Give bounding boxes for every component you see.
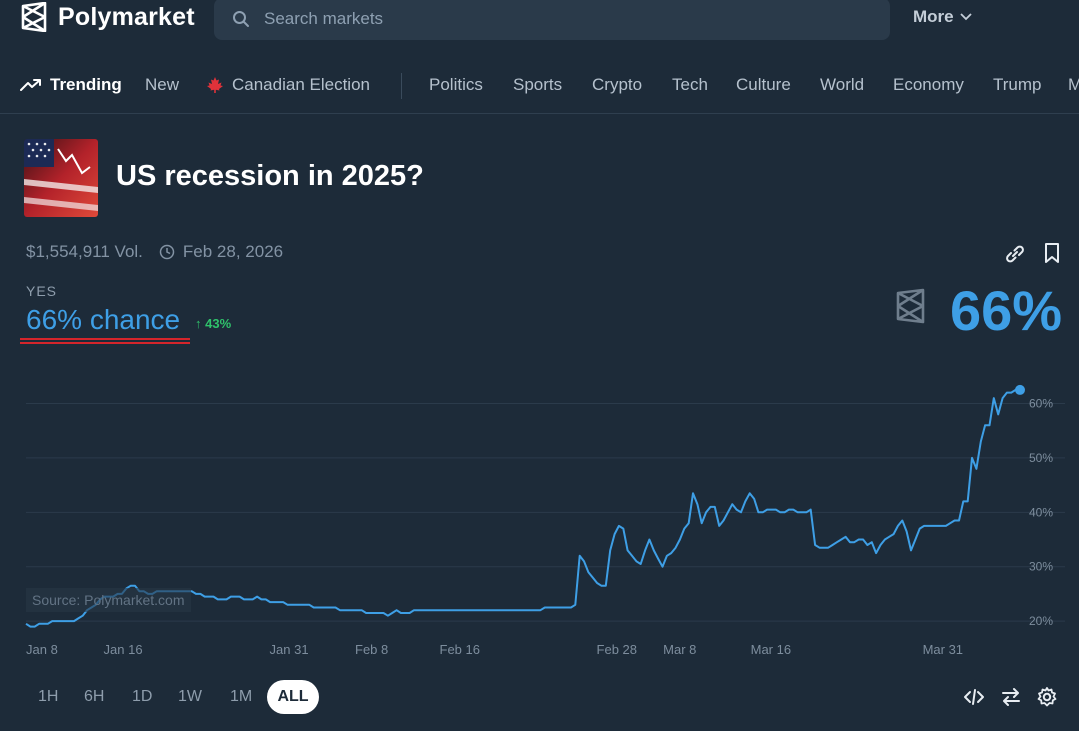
nav-label: Canadian Election (232, 75, 370, 94)
nav-item-new[interactable]: New (145, 75, 179, 95)
category-nav: Trending New Canadian Election Politics … (0, 63, 1079, 108)
nav-divider (401, 73, 402, 99)
swap-icon[interactable] (1000, 686, 1022, 708)
nav-label: Trending (50, 75, 122, 94)
outcome-label: YES (26, 283, 58, 299)
polymarket-logo-icon (21, 2, 47, 32)
clock-icon (159, 244, 175, 260)
x-tick-label: Feb 16 (440, 642, 480, 657)
x-tick-label: Mar 31 (923, 642, 963, 657)
nav-item-sports[interactable]: Sports (513, 75, 562, 95)
link-icon[interactable] (1004, 244, 1026, 264)
nav-item-world[interactable]: World (820, 75, 864, 95)
nav-label: Culture (736, 75, 791, 94)
embed-code-icon[interactable] (963, 686, 985, 708)
nav-label: Tech (672, 75, 708, 94)
x-tick-label: Mar 8 (663, 642, 696, 657)
nav-label: New (145, 75, 180, 94)
app-name: Polymarket (58, 2, 195, 31)
bookmark-icon[interactable] (1043, 242, 1061, 264)
range-6h[interactable]: 6H (84, 688, 104, 706)
x-tick-label: Jan 8 (26, 642, 58, 657)
y-tick-label: 40% (1029, 505, 1053, 519)
range-1m[interactable]: 1M (230, 688, 252, 706)
nav-item-economy[interactable]: Economy (893, 75, 964, 95)
chance-value: 66% chance (26, 304, 181, 335)
nav-item-politics[interactable]: Politics (429, 75, 483, 95)
price-chart[interactable]: 20% 30% 40% 50% 60% Jan 8 Jan 16 Jan 31 Feb 8 Fe… (0, 350, 1079, 670)
polymarket-watermark-icon (896, 288, 925, 324)
nav-item-more-cut[interactable]: M (1068, 75, 1079, 95)
market-meta: $1,554,911 Vol. Feb 28, 2026 (26, 242, 283, 262)
market-thumbnail (24, 139, 98, 217)
y-tick-label: 60% (1029, 397, 1053, 411)
chart-endpoint-dot (1015, 384, 1025, 395)
x-tick-label: Feb 28 (597, 642, 637, 657)
range-1w[interactable]: 1W (178, 688, 202, 706)
market-title: US recession in 2025? (116, 160, 424, 192)
change-badge: ↑ 43% (195, 316, 232, 331)
more-menu-button[interactable]: More (913, 7, 972, 27)
market-volume: $1,554,911 Vol. (26, 242, 143, 261)
search-input[interactable] (264, 9, 824, 29)
nav-label: World (820, 75, 865, 94)
x-tick-label: Jan 16 (104, 642, 143, 657)
search-icon (233, 11, 249, 27)
market-end-date: Feb 28, 2026 (159, 242, 283, 262)
nav-item-crypto[interactable]: Crypto (592, 75, 642, 95)
chart-source-watermark: Source: Polymarket.com (26, 588, 191, 612)
big-percent: 66% (950, 279, 1063, 342)
nav-label: Crypto (592, 75, 643, 94)
settings-gear-icon[interactable] (1036, 686, 1058, 708)
maple-leaf-icon (207, 77, 223, 93)
nav-label: Sports (513, 75, 563, 94)
nav-item-canadian-election[interactable]: Canadian Election (206, 75, 370, 95)
trending-icon (20, 79, 41, 91)
nav-label: Economy (893, 75, 964, 94)
y-tick-label: 30% (1029, 560, 1053, 574)
nav-item-trump[interactable]: Trump (993, 75, 1042, 95)
nav-item-tech[interactable]: Tech (672, 75, 708, 95)
search-bar[interactable] (214, 0, 890, 40)
x-tick-label: Feb 8 (355, 642, 388, 657)
nav-item-culture[interactable]: Culture (736, 75, 791, 95)
y-tick-label: 50% (1029, 451, 1053, 465)
range-1d[interactable]: 1D (132, 688, 152, 706)
x-tick-label: Jan 31 (270, 642, 309, 657)
nav-label: M (1068, 75, 1079, 94)
nav-divider-line (0, 113, 1079, 114)
y-tick-label: 20% (1029, 614, 1053, 628)
range-all[interactable]: ALL (267, 680, 319, 714)
end-date-text: Feb 28, 2026 (182, 242, 284, 261)
nav-label: Politics (429, 75, 483, 94)
top-bar: Polymarket More (0, 0, 1079, 46)
nav-item-trending[interactable]: Trending (20, 75, 122, 95)
chevron-down-icon (959, 13, 972, 21)
nav-label: Trump (993, 75, 1042, 94)
range-1h[interactable]: 1H (38, 688, 58, 706)
chance-underline (20, 338, 190, 344)
polymarket-logo[interactable]: Polymarket (20, 2, 195, 32)
x-tick-label: Mar 16 (751, 642, 791, 657)
more-label: More (913, 7, 954, 26)
